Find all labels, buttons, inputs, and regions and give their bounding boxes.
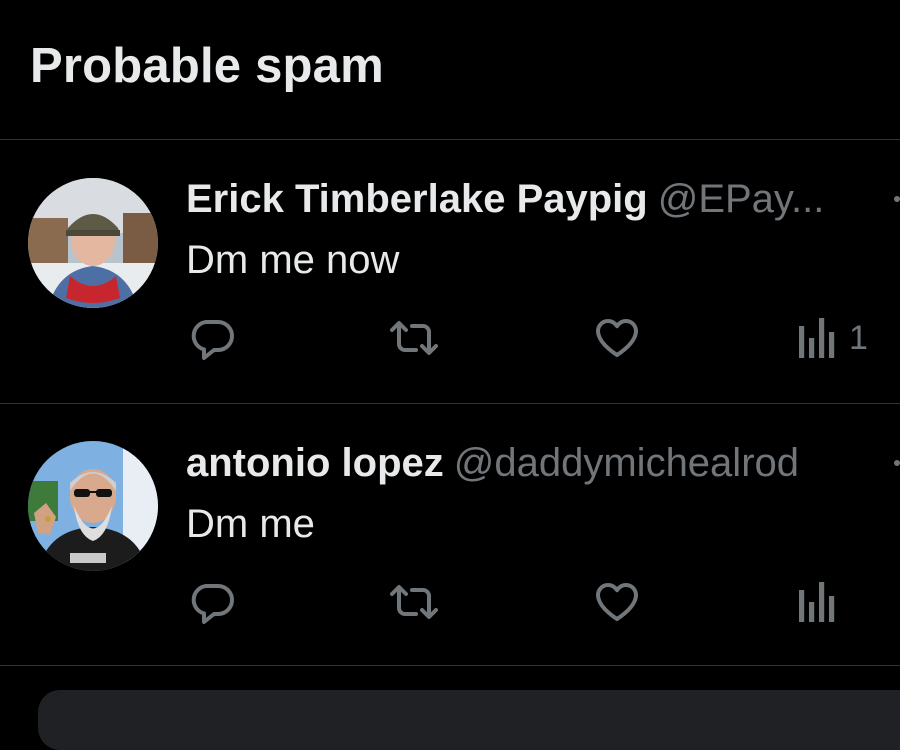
handle[interactable]: @daddymichealrod: [454, 441, 799, 485]
views-button[interactable]: [797, 572, 849, 632]
display-name[interactable]: antonio lopez: [186, 441, 444, 485]
views-button[interactable]: 1: [797, 308, 868, 368]
reply-icon: [191, 584, 234, 624]
reply-button[interactable]: [188, 572, 236, 632]
next-item-card[interactable]: [38, 690, 900, 750]
tweet[interactable]: Erick Timberlake Paypig @EPay... Dm me no…: [0, 140, 900, 404]
retweet-button[interactable]: [386, 572, 442, 632]
tweet-text: Dm me now: [186, 238, 400, 282]
retweet-icon: [390, 321, 438, 355]
retweet-button[interactable]: [386, 308, 442, 368]
tweet-actions: [0, 572, 900, 632]
like-icon: [596, 319, 638, 357]
avatar[interactable]: [28, 178, 158, 308]
tweet-text: Dm me: [186, 502, 315, 546]
section-header: Probable spam: [0, 0, 900, 140]
reply-button[interactable]: [188, 308, 236, 368]
section-title: Probable spam: [30, 39, 384, 93]
more-icon[interactable]: [894, 460, 900, 466]
like-button[interactable]: [592, 572, 642, 632]
like-icon: [596, 583, 638, 621]
handle[interactable]: @EPay...: [658, 177, 825, 221]
reply-icon: [191, 320, 234, 360]
tweet[interactable]: antonio lopez @daddymichealrod Dm me: [0, 404, 900, 666]
more-icon[interactable]: [894, 196, 900, 202]
views-count: 1: [849, 318, 868, 357]
tweet-header: antonio lopez @daddymichealrod: [186, 438, 799, 488]
tweet-actions: 1: [0, 308, 900, 368]
avatar[interactable]: [28, 441, 158, 571]
retweet-icon: [390, 585, 438, 619]
tweet-header: Erick Timberlake Paypig @EPay...: [186, 174, 824, 224]
like-button[interactable]: [592, 308, 642, 368]
views-icon: [799, 318, 835, 358]
views-icon: [799, 582, 835, 622]
display-name[interactable]: Erick Timberlake Paypig: [186, 177, 648, 221]
